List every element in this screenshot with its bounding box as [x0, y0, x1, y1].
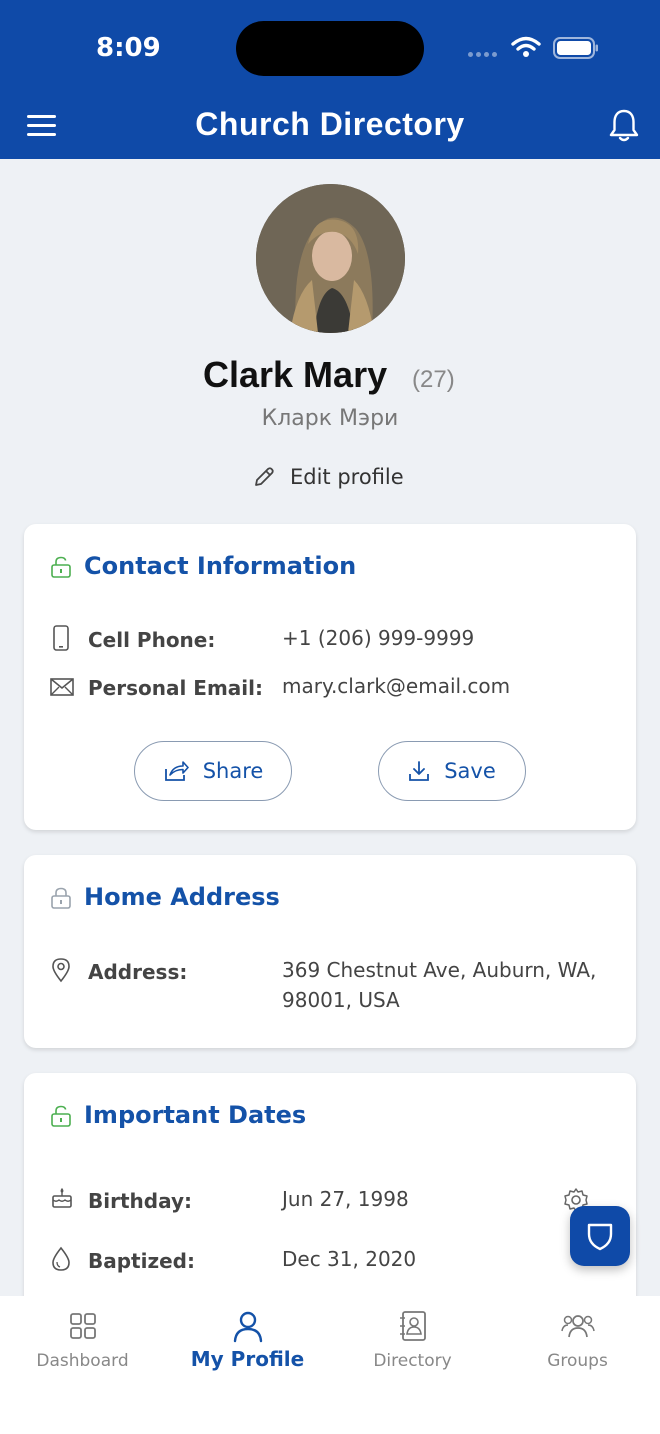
person-icon [233, 1311, 263, 1343]
shield-icon [587, 1223, 613, 1251]
save-button-label: Save [444, 759, 496, 783]
share-icon [164, 761, 189, 781]
birthday-cake-icon [52, 1187, 72, 1208]
wifi-icon [511, 36, 541, 57]
grid-icon [70, 1313, 96, 1339]
baptized-value: Dec 31, 2020 [282, 1247, 417, 1271]
important-dates-card: Important Dates Birthday: Jun 27, 1998 B… [24, 1073, 636, 1333]
address-label: Address: [88, 960, 188, 984]
avatar-photo [256, 184, 405, 333]
profile-age: (27) [412, 366, 455, 393]
contact-information-title: Contact Information [84, 552, 357, 580]
cell-phone-label: Cell Phone: [88, 628, 216, 652]
nav-my-profile[interactable]: My Profile [165, 1296, 330, 1396]
birthday-value: Jun 27, 1998 [282, 1187, 409, 1211]
app-header: 8:09 Church Directory [0, 0, 660, 159]
cell-phone-value[interactable]: +1 (206) 999-9999 [282, 623, 474, 653]
profile-alternate-name: Кларк Мэри [261, 406, 399, 431]
important-dates-title: Important Dates [84, 1101, 307, 1129]
unlocked-lock-icon [51, 556, 71, 578]
nav-my-profile-label: My Profile [190, 1347, 305, 1371]
lock-icon [51, 887, 71, 909]
nav-directory-label: Directory [373, 1351, 452, 1371]
nav-groups-label: Groups [547, 1351, 608, 1371]
address-line-2: 98001, USA [282, 988, 400, 1012]
bottom-navigation: Dashboard My Profile Directory Groups [0, 1296, 660, 1434]
page-title: Church Directory [195, 106, 465, 142]
save-button[interactable]: Save [378, 741, 526, 801]
cellular-signal-icon [468, 52, 497, 57]
address-line-1: 369 Chestnut Ave, Auburn, WA, [282, 958, 597, 982]
share-button-label: Share [202, 759, 264, 783]
contacts-book-icon [400, 1311, 426, 1341]
share-button[interactable]: Share [134, 741, 292, 801]
battery-icon [553, 37, 598, 59]
edit-profile-label: Edit profile [290, 465, 404, 489]
home-address-title: Home Address [84, 883, 280, 911]
status-time: 8:09 [96, 33, 161, 63]
pencil-icon [255, 467, 274, 486]
profile-avatar[interactable] [256, 184, 405, 333]
profile-name: Clark Mary [203, 354, 388, 395]
personal-email-value[interactable]: mary.clark@email.com [282, 671, 510, 701]
nav-groups[interactable]: Groups [495, 1296, 660, 1396]
address-value[interactable]: 369 Chestnut Ave, Auburn, WA, 98001, USA [282, 955, 596, 1015]
notification-bell-icon[interactable] [608, 108, 640, 144]
email-envelope-icon [50, 678, 74, 696]
nav-directory[interactable]: Directory [330, 1296, 495, 1396]
location-pin-icon [52, 958, 70, 983]
download-icon [409, 761, 430, 781]
nav-dashboard[interactable]: Dashboard [0, 1296, 165, 1396]
dynamic-island [236, 21, 424, 76]
personal-email-label: Personal Email: [88, 676, 263, 700]
water-drop-icon [52, 1246, 70, 1271]
nav-dashboard-label: Dashboard [36, 1351, 129, 1371]
birthday-label: Birthday: [88, 1189, 192, 1213]
unlocked-lock-icon [51, 1105, 71, 1127]
baptized-label: Baptized: [88, 1249, 195, 1273]
group-icon [561, 1315, 595, 1338]
mobile-phone-icon [53, 625, 69, 651]
contact-information-card: Contact Information Cell Phone: +1 (206)… [24, 524, 636, 830]
privacy-shield-button[interactable] [570, 1206, 630, 1266]
home-address-card: Home Address Address: 369 Chestnut Ave, … [24, 855, 636, 1048]
edit-profile-button[interactable]: Edit profile [252, 461, 404, 493]
